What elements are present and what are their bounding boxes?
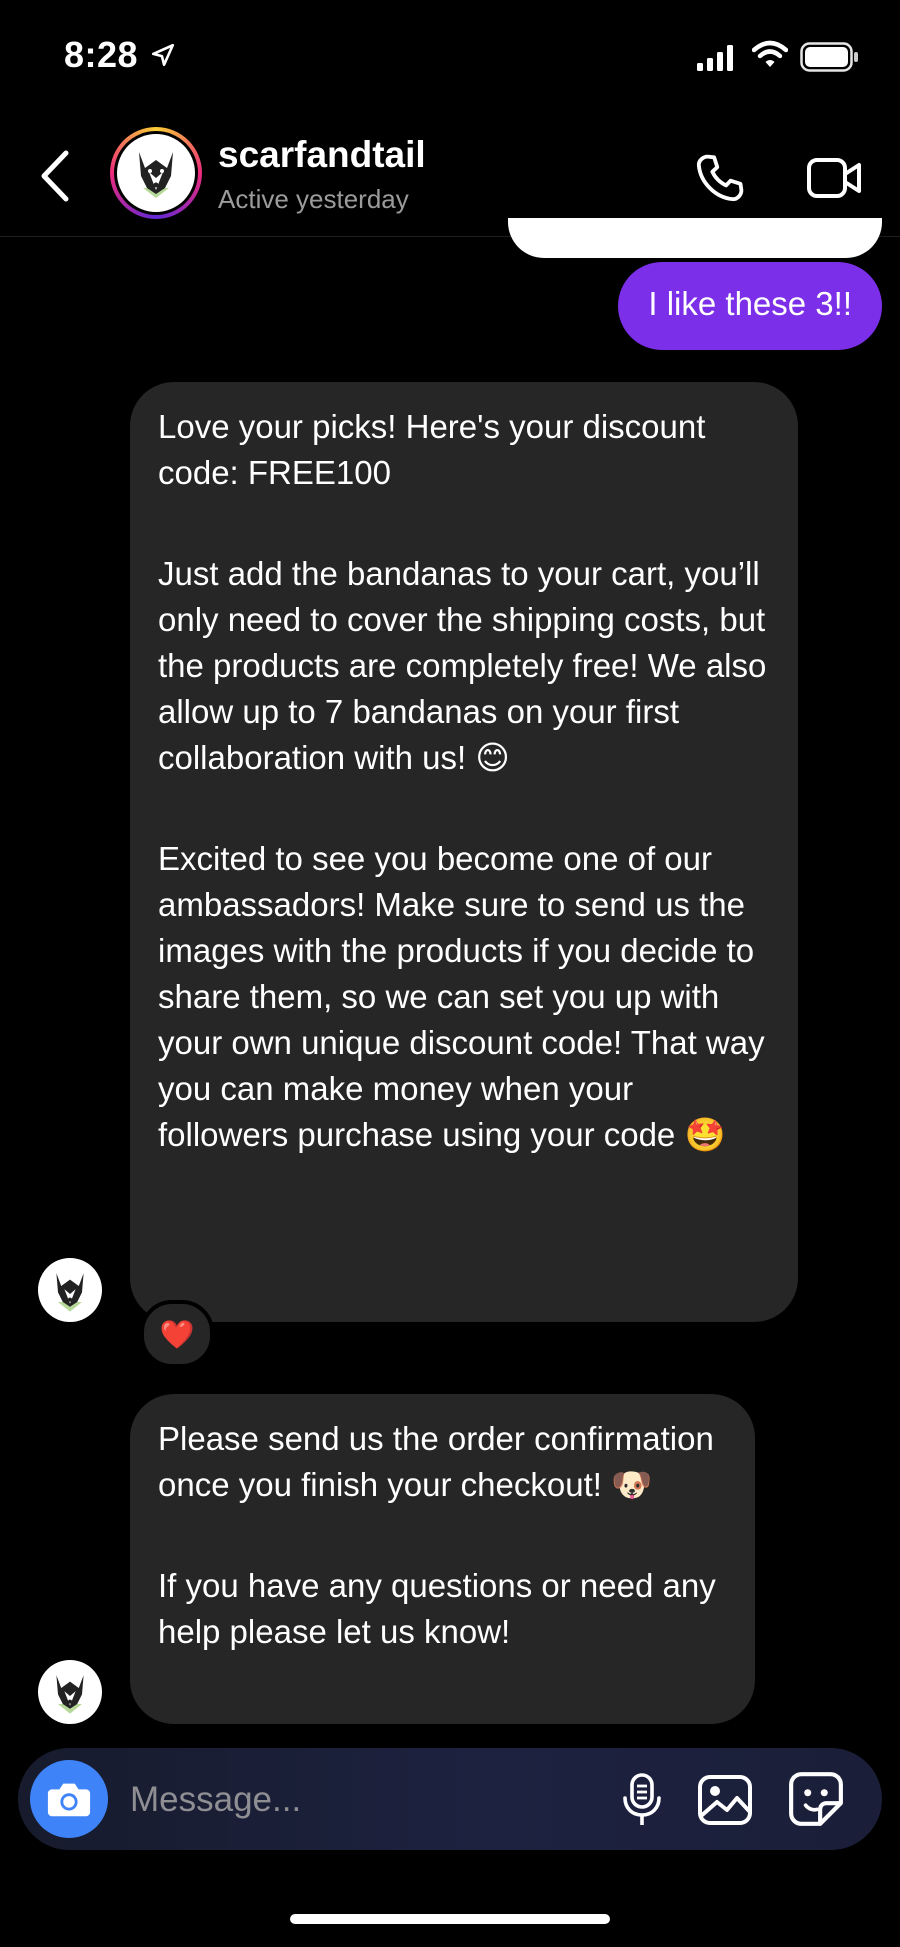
- heart-icon: ❤️: [159, 1317, 195, 1351]
- phone-icon: [696, 154, 744, 202]
- sticker-button[interactable]: [784, 1768, 848, 1830]
- camera-icon: [47, 1783, 91, 1817]
- gallery-button[interactable]: [694, 1770, 756, 1830]
- sticker-icon: [789, 1772, 843, 1826]
- husky-logo: [139, 152, 173, 198]
- wifi-icon: [751, 40, 789, 75]
- status-time: 8:28: [64, 34, 139, 75]
- microphone-icon: [623, 1773, 661, 1825]
- sent-message[interactable]: I like these 3!!: [618, 262, 882, 350]
- location-arrow-icon: [150, 42, 176, 73]
- message-paragraph: Just add the bandanas to your cart, you’…: [158, 555, 767, 776]
- message-paragraph: Excited to see you become one of our amb…: [158, 840, 765, 1153]
- message-composer: [18, 1748, 882, 1850]
- message-paragraph: Love your picks! Here's your discount co…: [158, 408, 706, 491]
- message-input[interactable]: [128, 1766, 602, 1834]
- sender-avatar[interactable]: [38, 1258, 102, 1322]
- audio-call-button[interactable]: [688, 146, 752, 210]
- heart-reaction[interactable]: ❤️: [140, 1300, 214, 1368]
- active-status: Active yesterday: [218, 184, 409, 214]
- cellular-signal-icon: [696, 44, 736, 77]
- message-paragraph: If you have any questions or need any he…: [158, 1567, 716, 1650]
- video-camera-icon: [807, 158, 861, 198]
- video-call-button[interactable]: [800, 146, 870, 210]
- voice-message-button[interactable]: [612, 1770, 672, 1830]
- image-gallery-icon: [698, 1775, 752, 1825]
- previous-message-edge: [508, 218, 882, 258]
- husky-logo: [56, 1273, 84, 1312]
- profile-avatar[interactable]: [110, 127, 202, 219]
- chevron-left-icon: [41, 150, 69, 202]
- battery-icon: [800, 42, 860, 77]
- status-bar: 8:28: [0, 0, 900, 110]
- home-indicator[interactable]: [290, 1914, 610, 1924]
- sender-avatar[interactable]: [38, 1660, 102, 1724]
- husky-logo: [56, 1675, 84, 1714]
- received-message[interactable]: Love your picks! Here's your discount co…: [130, 382, 798, 1322]
- camera-button[interactable]: [30, 1760, 108, 1838]
- back-button[interactable]: [30, 146, 80, 206]
- profile-username[interactable]: scarfandtail: [218, 134, 426, 176]
- received-message[interactable]: Please send us the order confirmation on…: [130, 1394, 755, 1724]
- message-paragraph: Please send us the order confirmation on…: [158, 1420, 714, 1503]
